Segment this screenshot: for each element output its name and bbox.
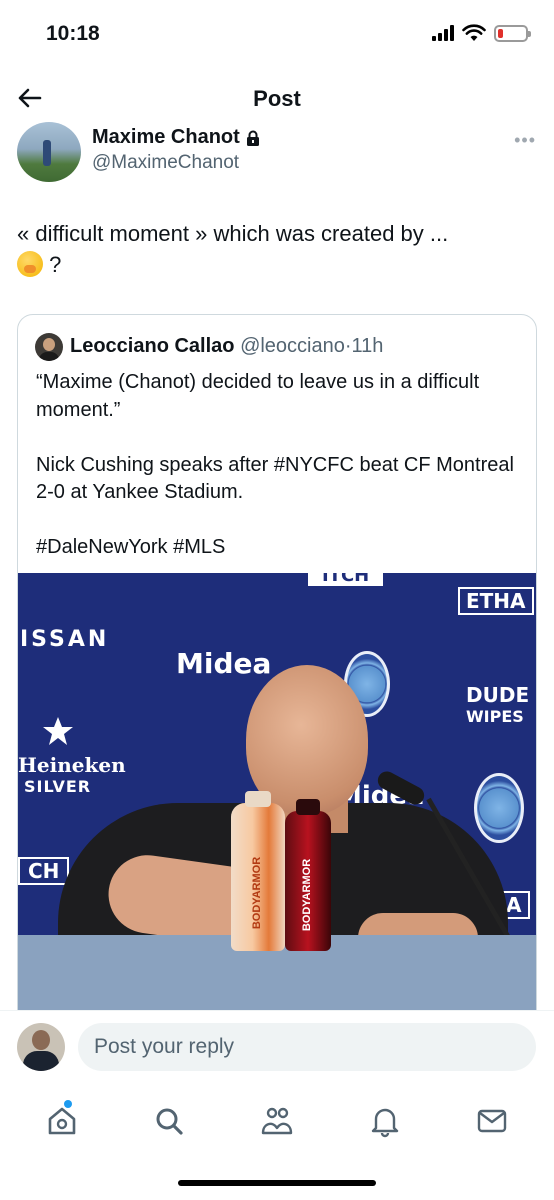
nav-search[interactable] <box>139 1091 199 1151</box>
page-title: Post <box>253 86 301 111</box>
nav-notifications[interactable] <box>355 1091 415 1151</box>
home-indicator[interactable] <box>178 1180 376 1186</box>
status-icons <box>432 24 531 42</box>
backdrop-text: ISSAN <box>20 627 110 652</box>
communities-icon <box>261 1107 293 1135</box>
nav-messages[interactable] <box>462 1091 522 1151</box>
current-user-avatar[interactable] <box>17 1023 65 1071</box>
reply-input[interactable] <box>78 1023 536 1071</box>
home-notification-dot <box>63 1100 72 1108</box>
status-bar: 10:18 <box>0 0 554 70</box>
quoted-post-text: “Maxime (Chanot) decided to leave us in … <box>36 371 514 558</box>
face-with-hand-over-mouth-emoji-icon <box>17 251 43 277</box>
backdrop-text: SILVER <box>24 777 92 796</box>
backdrop-text: DUDE <box>466 683 530 707</box>
drink-bottle: BODYARMOR <box>285 799 331 951</box>
post-text: « difficult moment » which was created b… <box>17 218 537 280</box>
author-avatar[interactable] <box>17 122 81 182</box>
wifi-icon <box>462 24 486 41</box>
backdrop-text: CH <box>18 857 70 885</box>
quoted-post-header: Leocciano Callao @leocciano·11h <box>70 335 383 358</box>
drink-bottle: BODYARMOR <box>231 791 285 951</box>
post-text-line2: ? <box>49 252 62 277</box>
quoted-post-card[interactable]: Leocciano Callao @leocciano·11h “Maxime … <box>17 314 537 1034</box>
quoted-post-photo[interactable]: ITCH ISSAN Midea Heineken SILVER DUDE WI… <box>18 573 536 1033</box>
star-icon <box>43 717 73 745</box>
quoted-author-handle: @leocciano <box>240 335 345 357</box>
search-icon <box>156 1108 183 1135</box>
quoted-time: 11h <box>351 335 384 357</box>
notifications-icon <box>371 1108 398 1138</box>
home-icon <box>48 1107 76 1135</box>
bottle-label: BODYARMOR <box>251 856 264 930</box>
nav-communities[interactable] <box>247 1091 307 1151</box>
nav-home[interactable] <box>32 1091 92 1151</box>
quoted-author-name: Leocciano Callao <box>70 335 235 357</box>
post-text-line1: « difficult moment » which was created b… <box>17 221 449 246</box>
protected-lock-icon <box>246 130 259 146</box>
backdrop-text: WIPES <box>466 707 524 726</box>
backdrop-text: Midea <box>176 647 272 680</box>
status-time: 10:18 <box>46 22 100 45</box>
author-name: Maxime Chanot <box>92 126 240 148</box>
quoted-separator: · <box>344 335 352 357</box>
reply-bar <box>0 1010 554 1086</box>
top-header: Post <box>0 70 554 128</box>
ellipsis-icon[interactable]: ••• <box>514 130 536 151</box>
battery-level <box>498 28 504 38</box>
backdrop-text: ETHA <box>458 587 534 615</box>
nycfc-logo <box>474 773 524 843</box>
quoted-author-avatar <box>35 333 63 361</box>
cellular-signal-icon <box>432 25 454 41</box>
backdrop-text: Heineken <box>18 753 126 777</box>
messages-icon <box>477 1109 507 1133</box>
bottom-nav <box>0 1086 554 1156</box>
author-handle[interactable]: @MaximeChanot <box>92 152 239 174</box>
bottle-label: BODYARMOR <box>301 858 314 932</box>
backdrop-text: ITCH <box>308 573 384 586</box>
author-name-row[interactable]: Maxime Chanot <box>92 126 260 149</box>
battery-icon <box>494 24 531 42</box>
